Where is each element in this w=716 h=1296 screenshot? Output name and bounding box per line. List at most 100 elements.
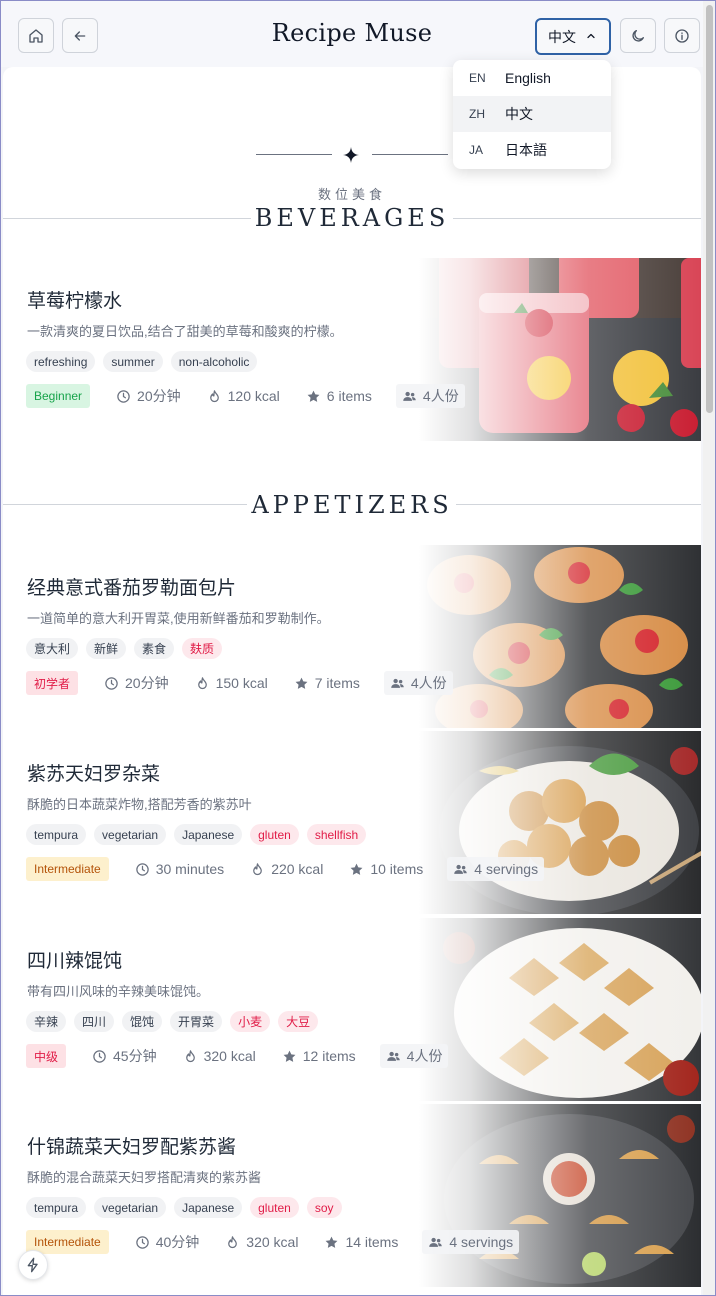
clock-icon	[93, 1049, 106, 1063]
recipe-description: 带有四川风味的辛辣美味馄饨。	[27, 984, 210, 999]
language-option-zh[interactable]: ZH 中文	[453, 96, 611, 132]
recipe-description: 一道简单的意大利开胃菜,使用新鲜番茄和罗勒制作。	[27, 611, 330, 626]
time-info: 40分钟	[133, 1230, 202, 1254]
star-icon	[307, 390, 320, 402]
clock-icon	[105, 676, 118, 690]
calories-value: 320 kcal	[246, 1234, 299, 1250]
tag-list: tempura vegetarian Japanese gluten shell…	[26, 824, 367, 845]
difficulty-badge: 中级	[26, 1044, 67, 1068]
sparkle-icon	[343, 147, 359, 163]
language-code: JA	[469, 143, 484, 157]
ornament-line-left	[256, 154, 332, 155]
hero-subtitle: 数位美食	[317, 187, 386, 202]
allergen-tag: 小麦	[230, 1011, 271, 1032]
recipe-meta: 中级 45分钟 320 kcal 12 items 4人份	[26, 1044, 470, 1068]
recipe-name: 什锦蔬菜天妇罗配紫苏酱	[27, 1136, 237, 1158]
ingredients-value: 6 items	[326, 388, 372, 404]
ingredients-info: 6 items	[304, 384, 374, 408]
recipe-name: 经典意式番茄罗勒面包片	[27, 577, 237, 599]
language-option-en[interactable]: EN English	[453, 60, 611, 96]
recipe-name: 草莓柠檬水	[27, 290, 123, 312]
calories-info: 320 kcal	[223, 1230, 300, 1254]
info-button[interactable]	[664, 18, 700, 53]
recipe-card[interactable]: 紫苏天妇罗杂菜 酥脆的日本蔬菜炸物,搭配芳香的紫苏叶 tempura veget…	[3, 731, 701, 914]
image-fade	[419, 918, 701, 1101]
tag: 开胃菜	[170, 1011, 223, 1032]
image-fade	[419, 1104, 701, 1287]
recipe-name: 紫苏天妇罗杂菜	[27, 763, 161, 785]
language-code: EN	[469, 71, 486, 85]
calories-info: 120 kcal	[205, 384, 282, 408]
image-fade	[419, 731, 701, 914]
language-code: ZH	[469, 107, 485, 121]
flame-icon	[197, 676, 207, 689]
quick-action-button[interactable]	[18, 1250, 48, 1280]
users-icon	[386, 1051, 400, 1061]
section-title-appetizers: APPETIZERS	[251, 491, 453, 519]
theme-toggle-button[interactable]	[620, 18, 656, 53]
ingredients-value: 7 items	[314, 675, 360, 691]
allergen-tag: shellfish	[306, 824, 367, 845]
tag: 四川	[74, 1011, 115, 1032]
tag: 意大利	[26, 638, 79, 659]
allergen-tag: gluten	[250, 1197, 299, 1218]
servings-info: 4 servings	[422, 1230, 520, 1254]
language-current: 中文	[548, 28, 576, 45]
time-value: 20分钟	[137, 388, 181, 404]
language-option-ja[interactable]: JA 日本語	[453, 132, 611, 168]
time-info: 20分钟	[102, 671, 171, 695]
top-bar: Recipe Muse 中文	[1, 1, 703, 67]
clock-icon	[117, 389, 130, 403]
tag: non-alcoholic	[170, 351, 258, 372]
servings-info: 4人份	[395, 384, 465, 408]
servings-info: 4人份	[379, 1044, 449, 1068]
tag: Japanese	[174, 824, 243, 845]
difficulty-badge: Intermediate	[26, 857, 109, 881]
tag-list: 意大利 新鲜 素食 麸质	[26, 638, 223, 659]
app-window: Recipe Muse 中文 数位美食 BEVERAGES 草莓柠檬水 一款清爽…	[0, 0, 716, 1296]
star-icon	[350, 863, 363, 875]
servings-value: 4 servings	[474, 861, 539, 877]
flame-icon	[209, 389, 219, 402]
servings-value: 4人份	[422, 388, 459, 404]
clock-icon	[135, 1235, 149, 1249]
section-rule-right	[456, 504, 701, 505]
allergen-tag: gluten	[250, 824, 299, 845]
servings-value: 4 servings	[449, 1234, 514, 1250]
users-icon	[429, 1237, 443, 1247]
tag: tempura	[26, 824, 87, 845]
difficulty-badge: Beginner	[26, 384, 91, 408]
recipe-card[interactable]: 四川辣馄饨 带有四川风味的辛辣美味馄饨。 辛辣 四川 馄饨 开胃菜 小麦 大豆 …	[3, 918, 701, 1101]
allergen-tag: soy	[306, 1197, 342, 1218]
language-select[interactable]: 中文	[535, 18, 611, 55]
recipe-name: 四川辣馄饨	[27, 950, 123, 972]
servings-value: 4人份	[406, 1048, 443, 1064]
language-label: English	[505, 70, 551, 86]
star-icon	[295, 677, 308, 689]
calories-value: 150 kcal	[215, 675, 268, 691]
tag: refreshing	[26, 351, 96, 372]
recipe-meta: Intermediate 40分钟 320 kcal 14 items 4 se…	[26, 1230, 541, 1254]
tag: 素食	[134, 638, 175, 659]
language-label: 中文	[505, 106, 533, 122]
ingredients-value: 10 items	[370, 861, 424, 877]
calories-info: 150 kcal	[193, 671, 270, 695]
time-value: 30 minutes	[155, 861, 225, 877]
servings-value: 4人份	[410, 675, 447, 691]
star-icon	[283, 1050, 296, 1062]
tag: summer	[103, 351, 163, 372]
recipe-card[interactable]: 什锦蔬菜天妇罗配紫苏酱 酥脆的混合蔬菜天妇罗搭配清爽的紫苏酱 tempura v…	[3, 1104, 701, 1287]
calories-value: 220 kcal	[271, 861, 324, 877]
difficulty-badge: 初学者	[26, 671, 79, 695]
tag-list: tempura vegetarian Japanese gluten soy	[26, 1197, 342, 1218]
time-value: 20分钟	[125, 675, 169, 691]
time-value: 40分钟	[155, 1234, 200, 1250]
tag-list: 辛辣 四川 馄饨 开胃菜 小麦 大豆	[26, 1011, 319, 1032]
recipe-description: 一款清爽的夏日饮品,结合了甜美的草莓和酸爽的柠檬。	[27, 324, 343, 339]
scrollbar-thumb[interactable]	[706, 5, 713, 413]
ingredients-info: 10 items	[347, 857, 425, 881]
recipe-description: 酥脆的日本蔬菜炸物,搭配芳香的紫苏叶	[27, 797, 252, 812]
recipe-card[interactable]: 经典意式番茄罗勒面包片 一道简单的意大利开胃菜,使用新鲜番茄和罗勒制作。 意大利…	[3, 545, 701, 728]
recipe-card[interactable]: 草莓柠檬水 一款清爽的夏日饮品,结合了甜美的草莓和酸爽的柠檬。 refreshi…	[3, 258, 701, 441]
recipe-meta: Beginner 20分钟 120 kcal 6 items 4人份	[26, 384, 487, 408]
